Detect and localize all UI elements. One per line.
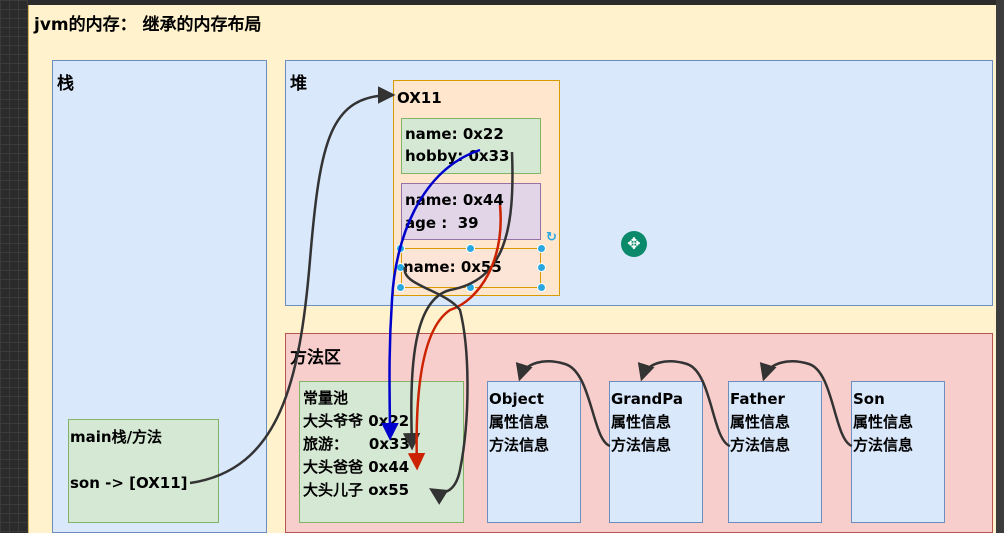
connector-layer <box>189 86 853 505</box>
ref-arrow-hobby <box>402 151 514 451</box>
ref-arrow-son <box>189 86 396 485</box>
inherit-arrow-father-grandpa <box>637 360 731 448</box>
inherit-arrow-grandpa-object <box>515 360 611 448</box>
ref-arrow-son-name <box>403 266 469 505</box>
ref-arrow-father-name <box>407 204 502 471</box>
inherit-arrow-son-father <box>759 360 853 448</box>
